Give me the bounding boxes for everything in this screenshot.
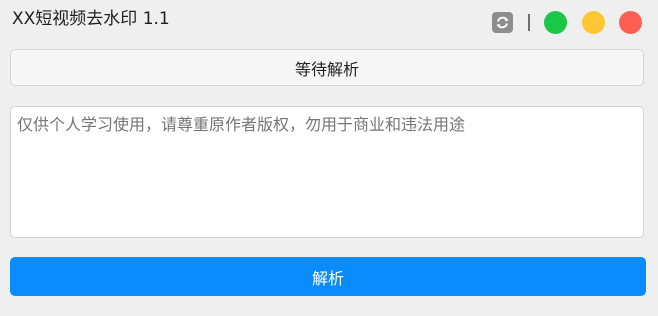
status-text: 等待解析 bbox=[294, 59, 359, 79]
title-bar: XX短视频去水印 1.1 bbox=[0, 0, 658, 44]
close-button[interactable] bbox=[619, 11, 642, 34]
minimize-button[interactable] bbox=[544, 11, 567, 34]
title-divider bbox=[528, 14, 530, 31]
refresh-icon bbox=[496, 16, 509, 29]
app-title: XX短视频去水印 1.1 bbox=[12, 9, 170, 29]
parse-button-label: 解析 bbox=[311, 268, 344, 288]
status-bar: 等待解析 bbox=[10, 49, 644, 86]
parse-button[interactable]: 解析 bbox=[10, 257, 646, 296]
refresh-button[interactable] bbox=[492, 12, 513, 33]
maximize-button[interactable] bbox=[582, 11, 605, 34]
url-input[interactable] bbox=[10, 106, 644, 238]
